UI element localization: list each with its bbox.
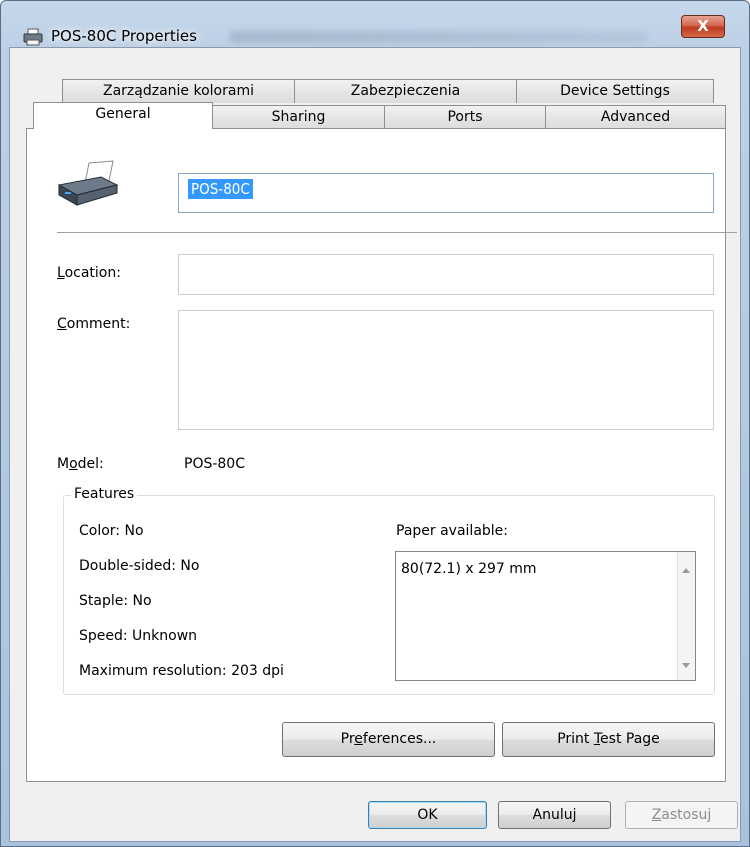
tab-label: Advanced xyxy=(600,109,671,125)
list-item[interactable]: 80(72.1) x 297 mm xyxy=(401,561,537,577)
tab-label: Zabezpieczenia xyxy=(350,83,461,99)
location-label: Location: xyxy=(57,265,121,281)
scroll-down-arrow-icon[interactable] xyxy=(682,663,690,668)
printer-name-selected-text: POS-80C xyxy=(188,179,253,199)
model-label: Model: xyxy=(57,456,104,472)
scroll-up-arrow-icon[interactable] xyxy=(682,568,690,573)
feature-max-resolution: Maximum resolution: 203 dpi xyxy=(79,663,284,679)
feature-color: Color: No xyxy=(79,523,144,539)
printer-name-input[interactable]: POS-80C xyxy=(178,173,714,213)
model-value: POS-80C xyxy=(184,456,245,472)
tab-ports[interactable]: Ports xyxy=(384,105,546,129)
tab-security[interactable]: Zabezpieczenia xyxy=(294,79,517,103)
tab-label: Zarządzanie kolorami xyxy=(103,83,254,99)
close-button[interactable]: X xyxy=(681,15,725,38)
features-group-title: Features xyxy=(71,486,138,502)
window-title: POS-80C Properties xyxy=(51,27,197,45)
comment-label: Comment: xyxy=(57,316,131,332)
preferences-button[interactable]: Preferences... xyxy=(282,722,495,757)
printer-large-icon xyxy=(57,160,119,206)
tab-label: General xyxy=(95,106,151,122)
paper-available-list[interactable]: 80(72.1) x 297 mm xyxy=(395,551,696,681)
tab-advanced[interactable]: Advanced xyxy=(545,105,726,129)
tab-label: Ports xyxy=(447,109,483,125)
tab-sharing[interactable]: Sharing xyxy=(212,105,385,129)
tab-label: Device Settings xyxy=(560,83,670,99)
comment-textarea[interactable] xyxy=(178,310,714,430)
vertical-scrollbar[interactable] xyxy=(677,552,695,680)
print-test-page-button[interactable]: Print Test Page xyxy=(502,722,715,757)
paper-available-label: Paper available: xyxy=(396,523,509,539)
feature-double-sided: Double-sided: No xyxy=(79,558,200,574)
printer-properties-window: POS-80C Properties X Zarządzanie koloram… xyxy=(0,0,750,847)
location-input[interactable] xyxy=(178,254,714,295)
printer-icon xyxy=(23,28,43,46)
general-tab-panel: POS-80C Location: Comment: Model: POS-80… xyxy=(26,128,737,782)
tab-color-management[interactable]: Zarządzanie kolorami xyxy=(62,79,295,103)
feature-speed: Speed: Unknown xyxy=(79,628,198,644)
tab-device-settings[interactable]: Device Settings xyxy=(516,79,714,103)
title-bar-blurred-background xyxy=(229,31,649,43)
tab-general[interactable]: General xyxy=(33,102,213,129)
separator-line xyxy=(57,232,737,233)
title-bar[interactable]: POS-80C Properties X xyxy=(1,1,749,47)
tab-label: Sharing xyxy=(271,109,326,125)
cancel-button[interactable]: Anuluj xyxy=(498,801,611,829)
feature-staple: Staple: No xyxy=(79,593,152,609)
ok-button[interactable]: OK xyxy=(368,801,487,829)
apply-button[interactable]: Zastosuj xyxy=(625,801,738,829)
